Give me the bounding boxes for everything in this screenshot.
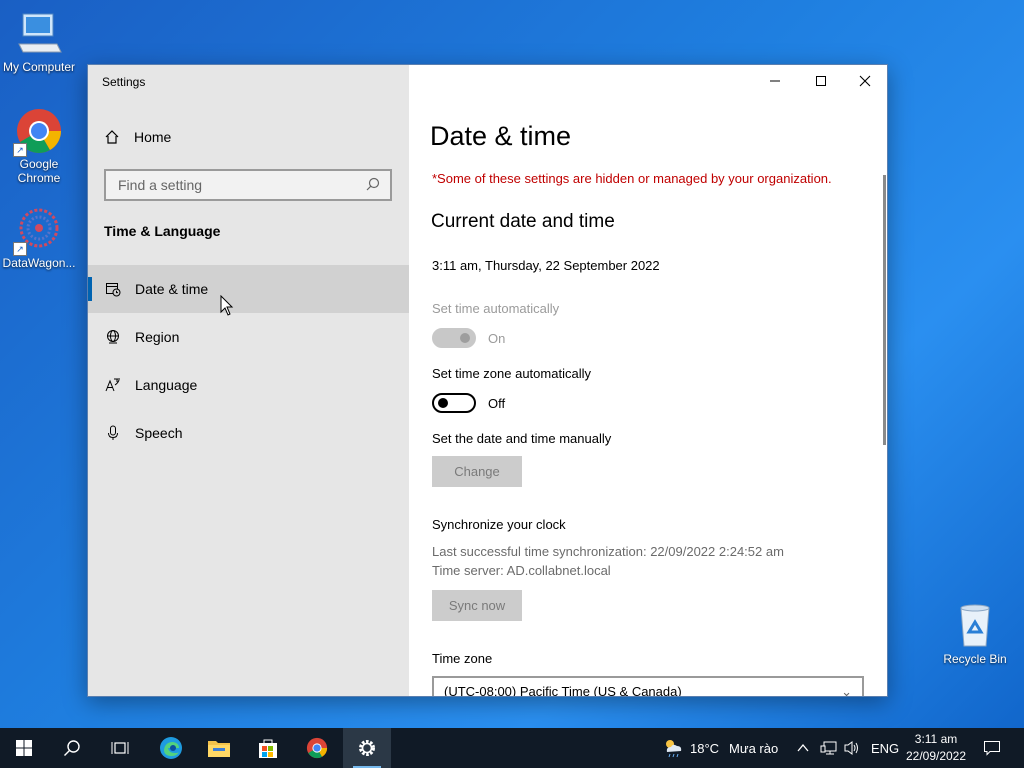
current-date-time-value: 3:11 am, Thursday, 22 September 2022 xyxy=(432,258,660,273)
network-button[interactable] xyxy=(820,728,838,768)
folder-icon xyxy=(208,741,230,757)
shortcut-arrow-icon: ↗ xyxy=(13,143,27,157)
desktop-icon-label: My Computer xyxy=(2,60,76,74)
org-managed-notice: *Some of these settings are hidden or ma… xyxy=(432,171,832,186)
weather-rain-icon xyxy=(666,740,682,758)
task-view-button[interactable] xyxy=(96,728,144,768)
chrome-icon xyxy=(306,737,328,759)
search-icon[interactable] xyxy=(366,177,380,194)
taskbar-edge[interactable] xyxy=(147,728,195,768)
sidebar-item-label: Region xyxy=(135,329,180,345)
desktop-icon-recycle-bin[interactable]: Recycle Bin xyxy=(935,602,1015,666)
edge-icon xyxy=(160,737,182,759)
taskbar-clock[interactable]: 3:11 am 22/09/2022 xyxy=(900,731,972,765)
time-zone-label: Time zone xyxy=(432,651,493,666)
window-title: Settings xyxy=(102,75,146,89)
section-heading: Time & Language xyxy=(104,223,221,239)
language-icon xyxy=(105,377,121,393)
input-language-button[interactable]: ENG xyxy=(871,728,899,768)
sidebar-item-region[interactable]: Region xyxy=(88,313,409,361)
clock-date: 22/09/2022 xyxy=(905,749,967,763)
volume-button[interactable] xyxy=(843,728,861,768)
sync-last-time: Last successful time synchronization: 22… xyxy=(432,544,784,559)
search-icon xyxy=(64,740,80,756)
datawagon-icon: ↗ xyxy=(13,206,63,256)
microphone-icon xyxy=(105,425,121,441)
current-date-time-heading: Current date and time xyxy=(431,211,615,232)
time-zone-select[interactable]: (UTC-08:00) Pacific Time (US & Canada) ⌄ xyxy=(432,676,864,696)
taskbar-settings[interactable] xyxy=(343,728,391,768)
sidebar-home-label: Home xyxy=(134,129,172,145)
settings-sidebar: Settings Home Time & Language Date & tim… xyxy=(88,65,409,696)
desktop-icon-google-chrome[interactable]: ↗ Google Chrome xyxy=(0,107,79,185)
sync-heading: Synchronize your clock xyxy=(432,517,566,532)
page-title: Date & time xyxy=(430,121,572,151)
sidebar-item-speech[interactable]: Speech xyxy=(88,409,409,457)
taskbar: 18°C Mưa rào ENG 3:11 am 22/09/2022 xyxy=(0,728,1024,768)
set-time-auto-toggle[interactable] xyxy=(432,328,476,348)
notification-icon xyxy=(984,741,1000,756)
home-icon xyxy=(104,129,120,145)
sync-now-button[interactable]: Sync now xyxy=(432,590,522,621)
weather-widget[interactable]: 18°C Mưa rào xyxy=(662,728,778,768)
weather-temp: 18°C xyxy=(690,740,720,756)
network-icon xyxy=(820,741,837,755)
settings-window: Settings Home Time & Language Date & tim… xyxy=(87,64,888,697)
chevron-down-icon: ⌄ xyxy=(841,684,852,696)
chevron-up-icon xyxy=(797,743,809,752)
sidebar-item-label: Date & time xyxy=(135,281,209,297)
desktop-icon-datawagon[interactable]: ↗ DataWagon... xyxy=(0,206,79,270)
weather-desc: Mưa rào xyxy=(729,740,779,756)
set-timezone-auto-state: Off xyxy=(488,396,506,411)
desktop-icon-label: Recycle Bin xyxy=(943,652,1007,666)
time-zone-value: (UTC-08:00) Pacific Time (US & Canada) xyxy=(444,684,682,696)
change-button[interactable]: Change xyxy=(432,456,522,487)
content-scrollbar[interactable] xyxy=(883,175,886,445)
taskbar-chrome[interactable] xyxy=(293,728,341,768)
gear-icon xyxy=(359,740,375,756)
date-time-icon xyxy=(105,281,121,297)
show-hidden-icons-button[interactable] xyxy=(797,728,809,768)
sidebar-home[interactable]: Home xyxy=(104,129,171,145)
shortcut-arrow-icon: ↗ xyxy=(13,242,27,256)
desktop-icon-my-computer[interactable]: My Computer xyxy=(0,10,79,74)
sidebar-item-label: Language xyxy=(135,377,198,393)
set-manual-label: Set the date and time manually xyxy=(432,431,612,446)
taskbar-file-explorer[interactable] xyxy=(195,728,243,768)
windows-logo-icon xyxy=(16,740,32,756)
store-icon xyxy=(259,739,277,758)
desktop-icon-label: Google Chrome xyxy=(17,157,61,185)
sidebar-item-language[interactable]: Language xyxy=(88,361,409,409)
speaker-icon xyxy=(844,741,858,755)
clock-time: 3:11 am xyxy=(914,732,958,746)
set-timezone-auto-toggle[interactable] xyxy=(432,393,476,413)
sync-time-server: Time server: AD.collabnet.local xyxy=(432,563,611,578)
task-view-icon xyxy=(111,742,129,754)
sidebar-item-date-time[interactable]: Date & time xyxy=(88,265,409,316)
region-icon xyxy=(105,329,121,345)
action-center-button[interactable] xyxy=(983,728,1001,768)
chrome-icon: ↗ xyxy=(13,107,63,157)
sidebar-item-label: Speech xyxy=(135,425,183,441)
taskbar-store[interactable] xyxy=(244,728,292,768)
set-time-auto-label: Set time automatically xyxy=(432,301,560,316)
search-input[interactable] xyxy=(116,176,366,194)
set-time-auto-state: On xyxy=(488,331,506,346)
search-setting[interactable] xyxy=(104,169,392,201)
settings-content: Date & time *Some of these settings are … xyxy=(409,65,887,696)
computer-icon xyxy=(15,10,63,58)
set-timezone-auto-label: Set time zone automatically xyxy=(432,366,591,381)
recycle-bin-icon xyxy=(951,602,999,650)
taskbar-search-button[interactable] xyxy=(48,728,96,768)
start-button[interactable] xyxy=(0,728,48,768)
desktop-icon-label: DataWagon... xyxy=(2,256,76,270)
